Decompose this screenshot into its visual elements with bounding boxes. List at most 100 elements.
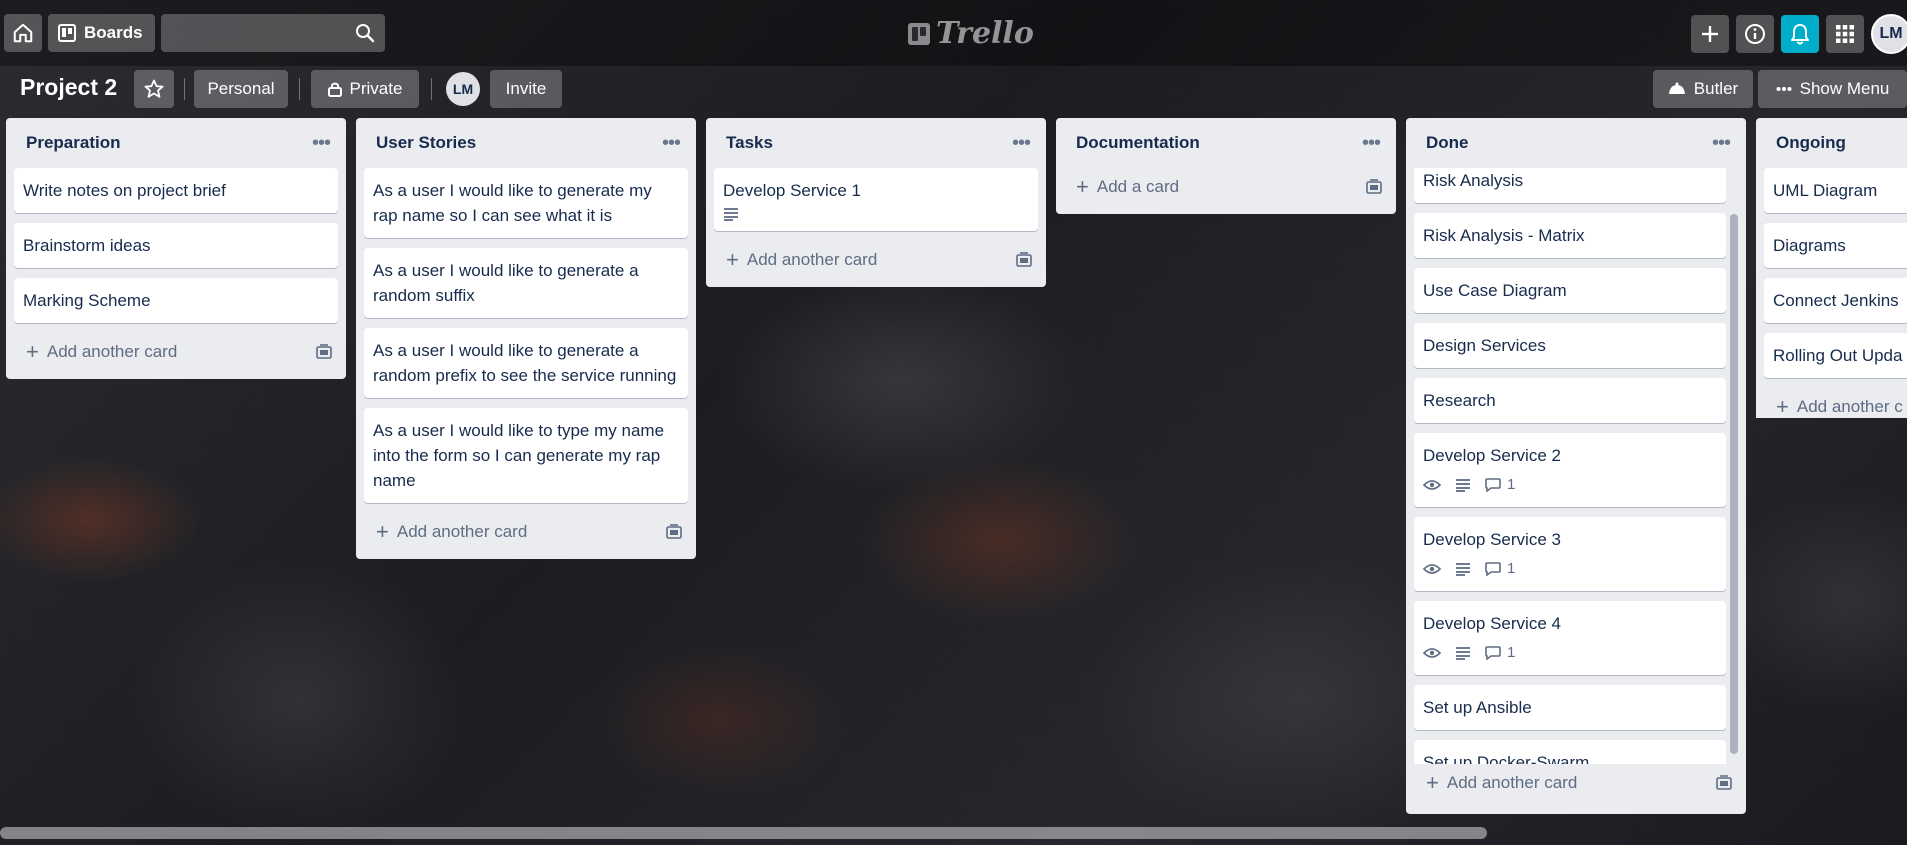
board-header: Project 2 Personal Private LM Invite But…	[0, 70, 1907, 110]
eye-icon	[1423, 647, 1441, 659]
list-menu-icon[interactable]: •••	[312, 133, 331, 153]
list-cards-scroll[interactable]: Risk Analysis Risk Analysis - Matrix Use…	[1414, 168, 1738, 764]
trello-logo[interactable]: Trello	[908, 16, 1034, 51]
list-user-stories: User Stories ••• As a user I would like …	[356, 118, 696, 559]
user-avatar[interactable]: LM	[1871, 14, 1907, 54]
search-input[interactable]	[160, 14, 385, 52]
card[interactable]: Research	[1414, 378, 1726, 423]
plus-icon: +	[1426, 770, 1439, 795]
add-card-button[interactable]: + Add another c	[1776, 396, 1903, 418]
add-card-label: Add a card	[1096, 177, 1180, 196]
card-template-icon[interactable]	[1716, 775, 1732, 791]
invite-button[interactable]: Invite	[490, 70, 562, 108]
comment-badge: 1	[1485, 556, 1515, 581]
card[interactable]: As a user I would like to generate my ra…	[364, 168, 688, 238]
notifications-button[interactable]	[1781, 15, 1819, 53]
header-divider	[299, 78, 300, 100]
add-card-label: Add another c	[1796, 397, 1903, 416]
card[interactable]: As a user I would like to generate a ran…	[364, 248, 688, 318]
create-button[interactable]	[1691, 15, 1729, 53]
card[interactable]: Set up Ansible	[1414, 685, 1726, 730]
list-title[interactable]: Tasks	[726, 133, 773, 153]
comment-badge: 1	[1485, 640, 1515, 665]
list-menu-icon[interactable]: •••	[662, 133, 681, 153]
team-visibility-label: Personal	[207, 79, 275, 98]
list-scrollbar-thumb[interactable]	[1730, 214, 1738, 754]
card[interactable]: Develop Service 3 1	[1414, 517, 1726, 591]
list-menu-icon[interactable]: •••	[1012, 133, 1031, 153]
description-icon	[1455, 646, 1471, 660]
card[interactable]: Use Case Diagram	[1414, 268, 1726, 313]
star-button[interactable]	[134, 70, 174, 108]
board-member-avatar[interactable]: LM	[446, 72, 480, 106]
team-visibility-button[interactable]: Personal	[194, 70, 288, 108]
search-icon[interactable]	[355, 23, 375, 43]
card[interactable]: As a user I would like to generate a ran…	[364, 328, 688, 398]
add-card-row: + Add another card	[364, 513, 688, 551]
add-card-button[interactable]: + Add another card	[726, 249, 877, 271]
plus-icon	[1700, 24, 1720, 44]
card[interactable]: Write notes on project brief	[14, 168, 338, 213]
card-template-icon[interactable]	[1016, 252, 1032, 268]
card[interactable]: Risk Analysis - Matrix	[1414, 213, 1726, 258]
header-divider	[431, 78, 432, 100]
card[interactable]: Rolling Out Upda	[1764, 333, 1907, 378]
add-card-button[interactable]: + Add another card	[26, 341, 177, 363]
comment-count: 1	[1507, 476, 1516, 493]
home-button[interactable]	[4, 14, 42, 52]
card[interactable]: UML Diagram	[1764, 168, 1907, 213]
comment-count: 1	[1507, 560, 1516, 577]
card[interactable]: Brainstorm ideas	[14, 223, 338, 268]
search-box[interactable]	[160, 14, 385, 52]
card[interactable]: As a user I would like to type my name i…	[364, 408, 688, 503]
show-menu-button[interactable]: Show Menu	[1758, 70, 1907, 108]
card[interactable]: Set up Docker-Swarm	[1414, 740, 1726, 764]
list-title[interactable]: Ongoing	[1776, 133, 1846, 153]
list-title[interactable]: Preparation	[26, 133, 120, 153]
list-menu-icon[interactable]: •••	[1362, 133, 1381, 153]
header-divider	[184, 78, 185, 100]
list-title[interactable]: User Stories	[376, 133, 476, 153]
description-icon	[1455, 562, 1471, 576]
bell-icon	[1790, 23, 1810, 45]
card[interactable]: Connect Jenkins	[1764, 278, 1907, 323]
card-template-icon[interactable]	[666, 524, 682, 540]
add-card-button[interactable]: + Add another card	[1426, 772, 1577, 794]
list-header: Ongoing	[1764, 118, 1907, 168]
card[interactable]: Develop Service 2 1	[1414, 433, 1726, 507]
card[interactable]: Develop Service 1	[714, 168, 1038, 231]
apps-button[interactable]	[1826, 15, 1864, 53]
list-menu-icon[interactable]: •••	[1712, 133, 1731, 153]
card[interactable]: Marking Scheme	[14, 278, 338, 323]
card[interactable]: Diagrams	[1764, 223, 1907, 268]
add-card-row: + Add another card	[714, 241, 1038, 279]
card-title: Develop Service 2	[1423, 446, 1561, 465]
comment-count: 1	[1507, 644, 1516, 661]
card[interactable]: Risk Analysis	[1414, 168, 1726, 203]
list-title[interactable]: Done	[1426, 133, 1469, 153]
card-title: Develop Service 1	[723, 181, 861, 200]
card-template-icon[interactable]	[1366, 179, 1382, 195]
boards-button[interactable]: Boards	[48, 14, 155, 52]
card[interactable]: Develop Service 4 1	[1414, 601, 1726, 675]
add-card-row: + Add another card	[1414, 764, 1738, 802]
home-icon	[12, 22, 34, 44]
board-title[interactable]: Project 2	[20, 74, 117, 101]
list-scrollbar[interactable]	[1730, 214, 1738, 754]
ellipsis-icon	[1776, 86, 1792, 92]
card[interactable]: Design Services	[1414, 323, 1726, 368]
list-title[interactable]: Documentation	[1076, 133, 1200, 153]
add-card-button[interactable]: + Add a card	[1076, 176, 1179, 198]
list-header: Documentation •••	[1064, 118, 1388, 168]
list-done: Done ••• Risk Analysis Risk Analysis - M…	[1406, 118, 1746, 814]
card-template-icon[interactable]	[316, 344, 332, 360]
add-card-label: Add another card	[1446, 773, 1578, 792]
butler-button[interactable]: Butler	[1653, 70, 1753, 108]
privacy-button[interactable]: Private	[311, 70, 419, 108]
add-card-button[interactable]: + Add another card	[376, 521, 527, 543]
board-horizontal-scrollbar[interactable]	[0, 827, 1907, 839]
comment-badge: 1	[1485, 472, 1515, 497]
board-scrollbar-thumb[interactable]	[0, 827, 1487, 839]
info-button[interactable]	[1736, 15, 1774, 53]
grid-icon	[1836, 25, 1854, 43]
